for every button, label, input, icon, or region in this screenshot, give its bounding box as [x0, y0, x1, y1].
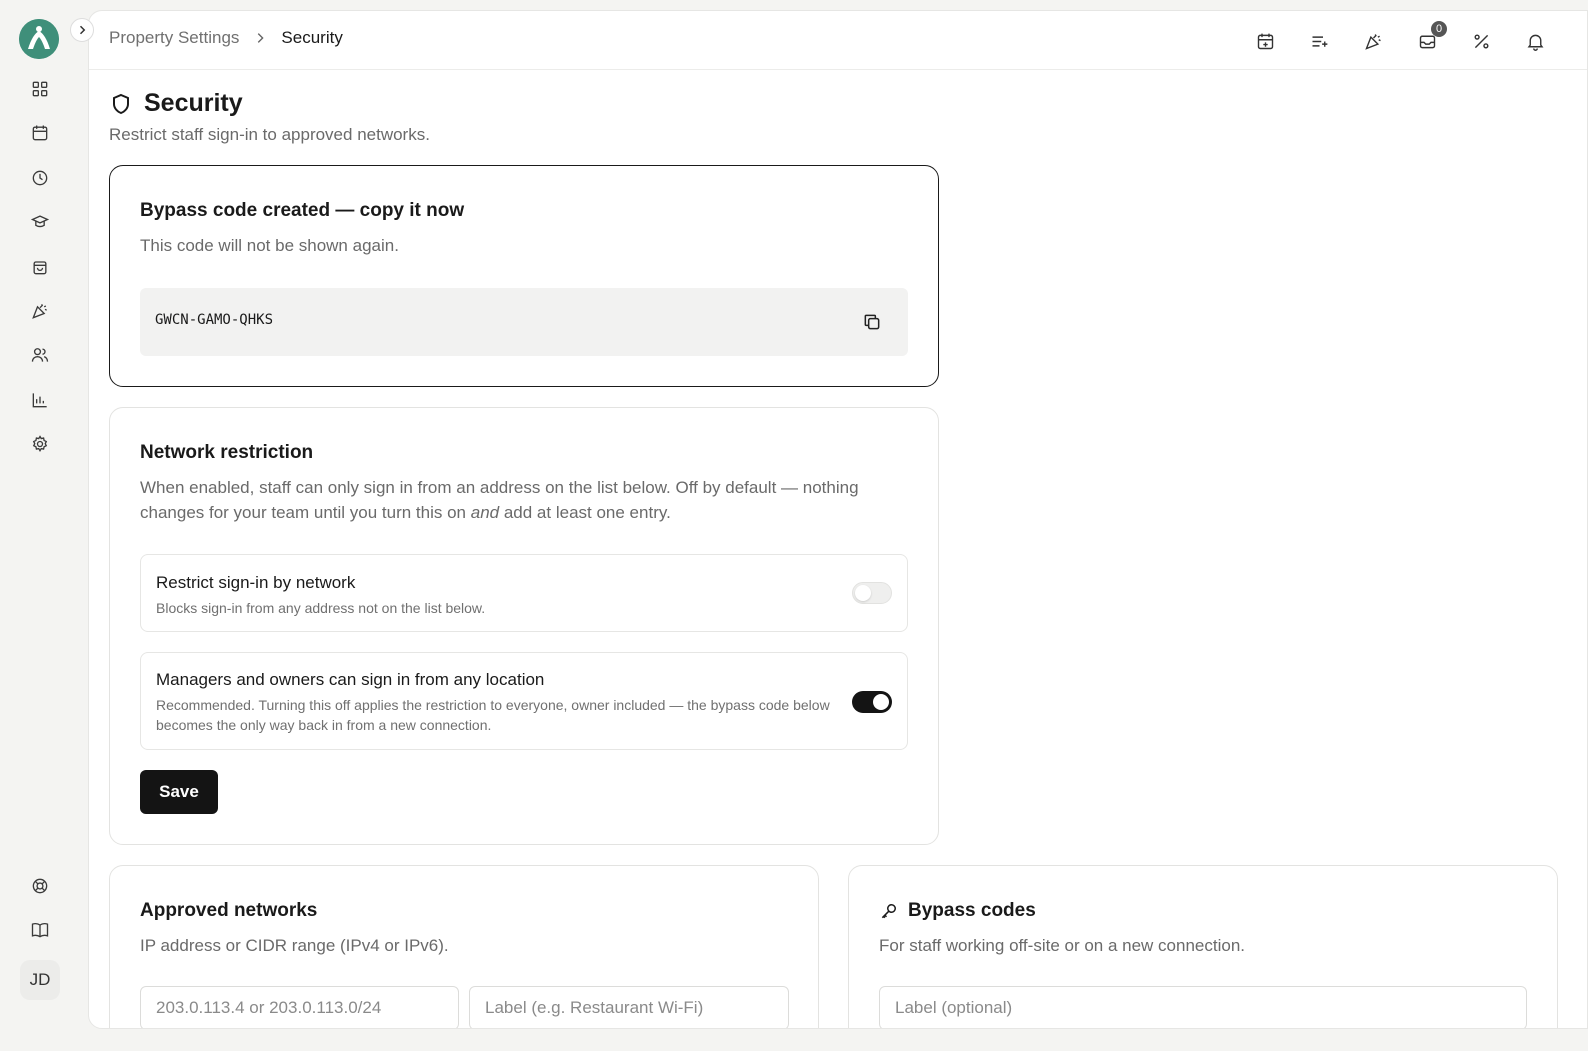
- network-restriction-card: Network restriction When enabled, staff …: [109, 407, 939, 845]
- restrict-by-network-option: Restrict sign-in by network Blocks sign-…: [140, 554, 908, 632]
- network-address-input[interactable]: [140, 986, 459, 1028]
- managers-any-location-toggle[interactable]: [852, 691, 892, 713]
- breadcrumb: Property Settings Security: [109, 28, 343, 48]
- description-text-part2: add at least one entry.: [499, 503, 671, 522]
- approved-networks-card: Approved networks IP address or CIDR ran…: [109, 865, 819, 1028]
- bypass-code-label-input[interactable]: [879, 986, 1527, 1028]
- option-description: Blocks sign-in from any address not on t…: [156, 600, 486, 616]
- party-popper-icon[interactable]: [26, 297, 54, 325]
- copy-icon[interactable]: [860, 310, 884, 334]
- breadcrumb-current: Security: [281, 28, 343, 47]
- sidebar-expand-button[interactable]: [70, 18, 94, 42]
- option-description: Recommended. Turning this off applies th…: [156, 697, 830, 733]
- breadcrumb-parent[interactable]: Property Settings: [109, 28, 239, 48]
- network-label-input[interactable]: [469, 986, 789, 1028]
- main-panel: Property Settings Security 0 Security Re…: [88, 10, 1588, 1029]
- chevron-right-icon: [253, 31, 267, 45]
- toggle-knob: [873, 694, 889, 710]
- shopping-bag-icon[interactable]: [26, 253, 54, 281]
- lifebuoy-icon[interactable]: [26, 872, 54, 900]
- bypass-codes-heading: Bypass codes: [879, 900, 1036, 922]
- calendar-icon[interactable]: [26, 119, 54, 147]
- bypass-code-value[interactable]: GWCN-GAMO-QHKS: [155, 312, 273, 328]
- brand-logo[interactable]: [19, 19, 59, 59]
- logo-icon: [19, 19, 59, 59]
- toggle-knob: [855, 585, 871, 601]
- bypass-codes-title: Bypass codes: [908, 900, 1036, 921]
- bell-icon[interactable]: [1521, 27, 1549, 55]
- calendar-plus-icon[interactable]: [1251, 27, 1279, 55]
- bar-chart-icon[interactable]: [26, 386, 54, 414]
- approved-networks-title: Approved networks: [140, 900, 318, 921]
- user-avatar[interactable]: JD: [20, 960, 60, 1000]
- bypass-code-box: GWCN-GAMO-QHKS: [140, 288, 908, 356]
- list-add-icon[interactable]: [1305, 27, 1333, 55]
- network-restriction-title: Network restriction: [140, 442, 314, 463]
- dashboard-icon[interactable]: [26, 75, 54, 103]
- shield-icon: [113, 93, 129, 114]
- key-icon: [881, 904, 896, 919]
- gear-icon[interactable]: [26, 430, 54, 458]
- top-bar: Property Settings Security 0: [89, 11, 1587, 70]
- sidebar: JD: [0, 0, 88, 1051]
- clock-icon[interactable]: [26, 164, 54, 192]
- restrict-network-toggle[interactable]: [852, 582, 892, 604]
- inbox-count-badge: 0: [1431, 21, 1447, 37]
- page-title: Security: [109, 89, 430, 118]
- option-title: Restrict sign-in by network: [156, 573, 356, 592]
- party-popper-icon[interactable]: [1359, 27, 1387, 55]
- option-title: Managers and owners can sign in from any…: [156, 670, 545, 689]
- approved-networks-description: IP address or CIDR range (IPv4 or IPv6).: [140, 936, 449, 955]
- page-header: Security Restrict staff sign-in to appro…: [109, 89, 430, 145]
- graduation-cap-icon[interactable]: [26, 208, 54, 236]
- network-restriction-description: When enabled, staff can only sign in fro…: [140, 475, 908, 525]
- managers-any-location-option: Managers and owners can sign in from any…: [140, 652, 908, 750]
- chevron-right-icon: [79, 25, 86, 35]
- description-emphasis: and: [470, 503, 500, 522]
- page-subtitle: Restrict staff sign-in to approved netwo…: [109, 125, 430, 144]
- page-title-text: Security: [144, 89, 243, 117]
- bypass-codes-card: Bypass codes For staff working off-site …: [848, 865, 1558, 1028]
- save-button[interactable]: Save: [140, 770, 218, 814]
- users-icon[interactable]: [26, 341, 54, 369]
- discount-icon[interactable]: [1467, 27, 1495, 55]
- bypass-created-description: This code will not be shown again.: [140, 236, 399, 255]
- bypass-created-title: Bypass code created — copy it now: [140, 200, 465, 221]
- bypass-codes-description: For staff working off-site or on a new c…: [879, 936, 1246, 955]
- bypass-code-created-card: Bypass code created — copy it now This c…: [109, 165, 939, 387]
- inbox-icon[interactable]: 0: [1413, 21, 1447, 55]
- book-icon[interactable]: [26, 916, 54, 944]
